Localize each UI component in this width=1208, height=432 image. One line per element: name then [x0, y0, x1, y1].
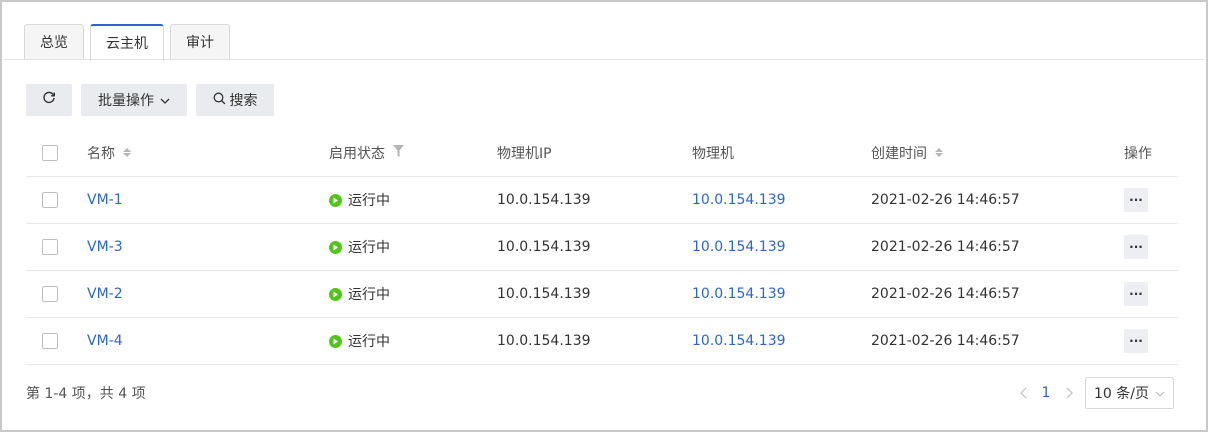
physical-ip: 10.0.154.139	[497, 192, 591, 208]
physical-host-link[interactable]: 10.0.154.139	[692, 318, 786, 364]
refresh-icon	[42, 91, 56, 109]
column-name-label: 名称	[87, 145, 115, 162]
tab-overview[interactable]: 总览	[24, 24, 84, 60]
sort-icon[interactable]	[123, 148, 131, 157]
row-checkbox[interactable]	[42, 239, 58, 255]
chevron-left-icon	[1019, 384, 1027, 403]
table-row: VM-1 运行中 10.0.154.139 10.0.154.139 2021-…	[26, 177, 1178, 224]
vm-name-link[interactable]: VM-1	[87, 177, 123, 223]
ops-cell: ···	[1124, 177, 1148, 223]
vm-table: 名称 启用状态 物理机IP 物理机 创建时间 操作 VM-1 运行中 10.0.…	[26, 129, 1178, 365]
chevron-down-icon	[1155, 385, 1165, 401]
more-actions-button[interactable]: ···	[1124, 282, 1148, 306]
header-checkbox-cell	[42, 129, 58, 176]
column-created-label: 创建时间	[871, 145, 927, 162]
select-all-checkbox[interactable]	[42, 144, 58, 161]
row-checkbox[interactable]	[42, 333, 58, 349]
row-checkbox[interactable]	[42, 192, 58, 208]
running-status-icon	[329, 193, 342, 207]
status-cell: 运行中	[329, 271, 390, 317]
row-checkbox[interactable]	[42, 286, 58, 302]
row-checkbox-cell	[42, 271, 58, 317]
column-host-header: 物理机	[692, 145, 734, 162]
row-checkbox-cell	[42, 318, 58, 364]
status-text: 运行中	[348, 334, 390, 350]
physical-host-link[interactable]: 10.0.154.139	[692, 271, 786, 317]
row-checkbox-cell	[42, 177, 58, 223]
column-status-label: 启用状态	[329, 145, 385, 162]
sort-icon[interactable]	[935, 148, 943, 157]
column-status-header: 启用状态	[329, 129, 404, 176]
column-created-header[interactable]: 创建时间	[871, 129, 943, 176]
created-time: 2021-02-26 14:46:57	[871, 192, 1020, 208]
table-row: VM-2 运行中 10.0.154.139 10.0.154.139 2021-…	[26, 271, 1178, 318]
page-size-value: 10 条/页	[1094, 386, 1149, 402]
toolbar: 批量操作 搜索	[26, 84, 274, 116]
row-checkbox-cell	[42, 224, 58, 270]
vm-name-link[interactable]: VM-4	[87, 318, 123, 364]
page-number-current[interactable]: 1	[1033, 377, 1059, 409]
refresh-button[interactable]	[26, 84, 72, 116]
chevron-right-icon	[1066, 384, 1073, 403]
created-time: 2021-02-26 14:46:57	[871, 286, 1020, 302]
more-actions-button[interactable]: ···	[1124, 188, 1148, 212]
app-frame: 总览 云主机 审计 批量操作 搜索 名称 启用状态 物理机IP 物理机 创建时间…	[0, 0, 1208, 432]
status-cell: 运行中	[329, 318, 390, 364]
more-actions-button[interactable]: ···	[1124, 329, 1148, 353]
physical-ip: 10.0.154.139	[497, 286, 591, 302]
tab-audit[interactable]: 审计	[170, 24, 230, 60]
pagination: 1 10 条/页	[1013, 377, 1174, 409]
search-icon	[213, 92, 226, 109]
status-text: 运行中	[348, 287, 390, 303]
status-cell: 运行中	[329, 177, 390, 223]
running-status-icon	[329, 240, 342, 254]
more-actions-button[interactable]: ···	[1124, 235, 1148, 259]
table-row: VM-4 运行中 10.0.154.139 10.0.154.139 2021-…	[26, 318, 1178, 365]
prev-page-button[interactable]	[1013, 377, 1033, 409]
next-page-button[interactable]	[1059, 377, 1079, 409]
column-name-header[interactable]: 名称	[87, 129, 131, 176]
physical-ip: 10.0.154.139	[497, 239, 591, 255]
running-status-icon	[329, 287, 342, 301]
ops-cell: ···	[1124, 224, 1148, 270]
created-time: 2021-02-26 14:46:57	[871, 239, 1020, 255]
batch-operations-button[interactable]: 批量操作	[81, 84, 187, 116]
vm-name-link[interactable]: VM-2	[87, 271, 123, 317]
status-cell: 运行中	[329, 224, 390, 270]
page-size-select[interactable]: 10 条/页	[1085, 377, 1174, 409]
running-status-icon	[329, 334, 342, 348]
vm-name-link[interactable]: VM-3	[87, 224, 123, 270]
column-ops-header: 操作	[1124, 145, 1152, 162]
status-text: 运行中	[348, 240, 390, 256]
pagination-summary: 第 1-4 项，共 4 项	[26, 386, 146, 402]
ops-cell: ···	[1124, 271, 1148, 317]
table-header: 名称 启用状态 物理机IP 物理机 创建时间 操作	[26, 129, 1178, 177]
tab-bar: 总览 云主机 审计	[24, 24, 230, 61]
search-label: 搜索	[229, 93, 258, 109]
ops-cell: ···	[1124, 318, 1148, 364]
batch-operations-label: 批量操作	[98, 93, 154, 109]
physical-host-link[interactable]: 10.0.154.139	[692, 224, 786, 270]
search-button[interactable]: 搜索	[196, 84, 274, 116]
filter-icon[interactable]	[393, 144, 404, 161]
physical-host-link[interactable]: 10.0.154.139	[692, 177, 786, 223]
tab-divider	[4, 59, 1204, 60]
status-text: 运行中	[348, 193, 390, 209]
column-ip-header: 物理机IP	[497, 145, 552, 162]
table-row: VM-3 运行中 10.0.154.139 10.0.154.139 2021-…	[26, 224, 1178, 271]
physical-ip: 10.0.154.139	[497, 333, 591, 349]
created-time: 2021-02-26 14:46:57	[871, 333, 1020, 349]
tab-cloud-hosts[interactable]: 云主机	[90, 24, 164, 61]
chevron-down-icon	[160, 92, 170, 108]
